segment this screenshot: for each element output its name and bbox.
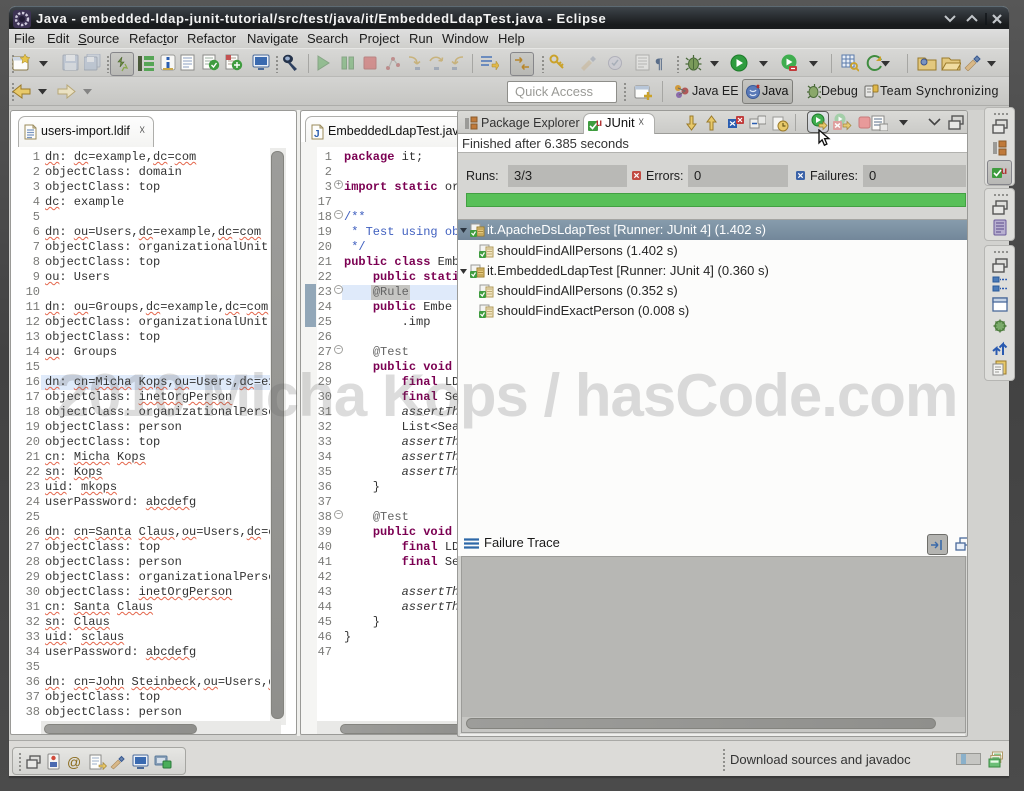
svg-text:J: J (314, 129, 320, 140)
svg-text:@: @ (67, 754, 81, 770)
svg-text:¶: ¶ (655, 56, 663, 72)
svg-text:u: u (1001, 166, 1007, 177)
svg-text:u: u (596, 118, 602, 129)
